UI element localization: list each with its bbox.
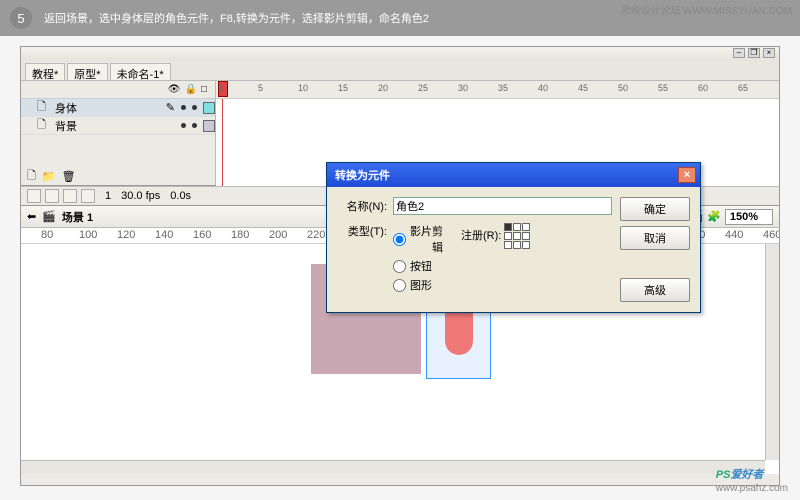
layer-name: 背景: [55, 118, 175, 134]
layer-row-body[interactable]: 🗋 身体 ✎: [21, 99, 215, 117]
ruler-tick: 15: [338, 83, 348, 93]
onion-skin-outline-icon[interactable]: [45, 189, 59, 203]
instruction-text: 返回场景，选中身体层的角色元件，F8,转换为元件，选择影片剪辑，命名角色2: [44, 10, 429, 26]
symbol-name-input[interactable]: [393, 197, 612, 215]
ruler-tick: 55: [658, 83, 668, 93]
flash-window: – ❐ × 教程* 原型* 未命名-1* 👁 🔒 □ 🗋 身体 ✎ 🗋: [20, 46, 780, 486]
stage-tick: 100: [79, 229, 97, 241]
watermark-bottom: PS爱好者 www.psahz.com: [716, 462, 788, 494]
layers-footer: 🗋 📁 🗑: [21, 167, 216, 185]
radio-button[interactable]: 按钮: [393, 258, 443, 274]
cancel-button[interactable]: 取消: [620, 226, 690, 250]
dialog-title: 转换为元件: [335, 167, 390, 183]
ok-button[interactable]: 确定: [620, 197, 690, 221]
scene-name[interactable]: 场景 1: [62, 209, 93, 225]
convert-to-symbol-dialog: 转换为元件 × 名称(N): 类型(T): 影片剪辑 按钮 图形 注册(R): [326, 162, 701, 313]
scrollbar-horizontal[interactable]: [21, 460, 765, 474]
layer-row-bg[interactable]: 🗋 背景: [21, 117, 215, 135]
stage-tick: 80: [41, 229, 53, 241]
type-label: 类型(T):: [337, 223, 387, 239]
window-titlebar: – ❐ ×: [21, 47, 779, 61]
frame-ruler[interactable]: 15101520253035404550556065: [216, 81, 779, 99]
layers-panel: 👁 🔒 □ 🗋 身体 ✎ 🗋 背景 🗋 📁: [21, 81, 216, 185]
scrollbar-vertical[interactable]: [765, 244, 779, 460]
ruler-tick: 30: [458, 83, 468, 93]
new-layer-icon[interactable]: 🗋: [27, 167, 36, 186]
ruler-tick: 50: [618, 83, 628, 93]
lock-dot[interactable]: [192, 123, 197, 128]
zoom-select[interactable]: 150%: [725, 209, 773, 225]
fps-display: 30.0 fps: [121, 190, 160, 202]
eye-icon[interactable]: 👁: [168, 84, 181, 95]
stage-tick: 160: [193, 229, 211, 241]
ruler-tick: 1: [218, 83, 223, 93]
close-window-button[interactable]: ×: [763, 48, 775, 58]
step-number: 5: [10, 7, 32, 29]
stage-tick: 220: [307, 229, 325, 241]
elapsed-time: 0.0s: [170, 190, 191, 202]
visibility-dot[interactable]: [181, 123, 186, 128]
ruler-tick: 10: [298, 83, 308, 93]
outline-icon[interactable]: □: [201, 84, 207, 95]
radio-movieclip[interactable]: 影片剪辑: [393, 223, 443, 255]
doc-tab[interactable]: 原型*: [67, 63, 107, 80]
ruler-tick: 65: [738, 83, 748, 93]
pencil-icon: ✎: [166, 101, 175, 114]
minimize-button[interactable]: –: [733, 48, 745, 58]
ruler-tick: 25: [418, 83, 428, 93]
doc-tab[interactable]: 未命名-1*: [110, 63, 171, 80]
dialog-close-icon[interactable]: ×: [678, 167, 696, 183]
stage-tick: 200: [269, 229, 287, 241]
restore-button[interactable]: ❐: [748, 48, 760, 58]
layer-icon: 🗋: [37, 98, 49, 117]
stage-tick: 180: [231, 229, 249, 241]
document-tabs: 教程* 原型* 未命名-1*: [21, 61, 779, 81]
layer-color-swatch[interactable]: [203, 120, 215, 132]
onion-skin-icon[interactable]: [27, 189, 41, 203]
ruler-tick: 45: [578, 83, 588, 93]
layer-color-swatch[interactable]: [203, 102, 215, 114]
registration-label: 注册(R):: [461, 230, 501, 242]
lock-dot[interactable]: [192, 105, 197, 110]
radio-graphic[interactable]: 图形: [393, 277, 443, 293]
ruler-tick: 5: [258, 83, 263, 93]
ruler-tick: 20: [378, 83, 388, 93]
visibility-dot[interactable]: [181, 105, 186, 110]
back-arrow-icon[interactable]: ⬅: [27, 210, 36, 223]
stage-tick: 460: [763, 229, 779, 241]
edit-symbol-icon[interactable]: 🧩: [707, 210, 721, 223]
registration-grid[interactable]: [504, 223, 530, 249]
ruler-tick: 60: [698, 83, 708, 93]
doc-tab[interactable]: 教程*: [25, 63, 65, 80]
scene-icon: 🎬: [42, 210, 56, 223]
playhead-line: [222, 99, 223, 186]
center-frame-icon[interactable]: [81, 189, 95, 203]
current-frame: 1: [105, 190, 111, 202]
layer-name: 身体: [55, 100, 160, 116]
edit-multiple-icon[interactable]: [63, 189, 77, 203]
name-label: 名称(N):: [337, 198, 387, 214]
stage-tick: 120: [117, 229, 135, 241]
layer-icon: 🗋: [37, 116, 49, 135]
ruler-tick: 40: [538, 83, 548, 93]
stage-tick: 140: [155, 229, 173, 241]
watermark-top: 思缘设计论坛 WWW.MISSYUAN.COM: [620, 2, 792, 17]
dialog-titlebar[interactable]: 转换为元件 ×: [327, 163, 700, 187]
delete-layer-icon[interactable]: 🗑: [62, 170, 76, 183]
layers-header: 👁 🔒 □: [21, 81, 215, 99]
lock-icon[interactable]: 🔒: [185, 84, 197, 95]
new-folder-icon[interactable]: 📁: [42, 170, 56, 183]
ruler-tick: 35: [498, 83, 508, 93]
advanced-button[interactable]: 高级: [620, 278, 690, 302]
stage-tick: 440: [725, 229, 743, 241]
